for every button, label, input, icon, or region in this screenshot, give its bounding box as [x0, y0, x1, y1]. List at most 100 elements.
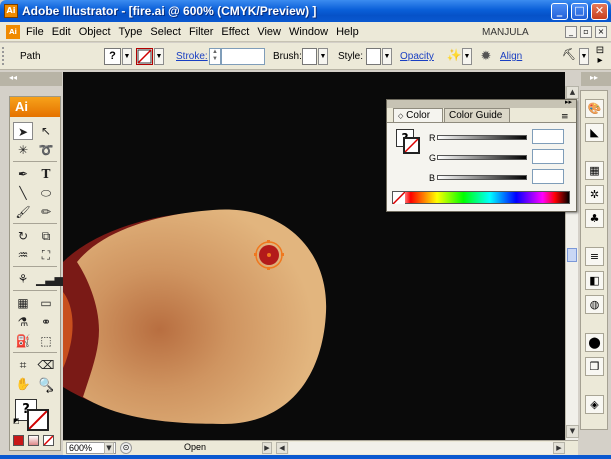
menu-window[interactable]: Window — [289, 26, 334, 38]
live-paint-selection-tool-icon[interactable]: ⬚ — [36, 332, 56, 350]
style-dropdown-icon[interactable]: ▼ — [382, 48, 392, 65]
color-panel-header[interactable]: ▸▸ — [387, 98, 576, 108]
menu-file[interactable]: File — [26, 26, 50, 38]
panel-collapse-icon[interactable]: ▸▸ — [565, 98, 572, 106]
hand-tool-icon[interactable]: ✋ — [13, 375, 33, 393]
channel-b-input[interactable] — [532, 169, 564, 184]
brush-dropdown-icon[interactable]: ▼ — [318, 48, 328, 65]
swatches-panel-icon[interactable]: ▦ — [585, 161, 604, 180]
maximize-button[interactable]: □ — [571, 3, 588, 20]
stroke-link[interactable]: Stroke: — [176, 51, 208, 62]
menu-help[interactable]: Help — [336, 26, 365, 38]
symbol-sprayer-tool-icon[interactable]: ⚘ — [13, 270, 33, 288]
channel-r-input[interactable] — [532, 129, 564, 144]
panel-menu-icon[interactable]: ≡ — [561, 112, 569, 122]
spectrum-none-icon[interactable] — [393, 192, 405, 204]
channel-b-slider[interactable] — [437, 175, 527, 180]
brush-swatch[interactable] — [302, 48, 317, 65]
doc-restore-button[interactable]: ▫ — [580, 26, 592, 38]
menu-view[interactable]: View — [257, 26, 287, 38]
channel-r-slider[interactable] — [437, 135, 527, 140]
doc-close-button[interactable]: × — [595, 26, 607, 38]
close-button[interactable]: ✕ — [591, 3, 608, 20]
stroke-swatch[interactable] — [136, 48, 153, 65]
paintbrush-tool-icon[interactable]: 🖌 — [13, 203, 33, 221]
live-paint-bucket-tool-icon[interactable]: ⛽ — [13, 332, 33, 350]
menu-object[interactable]: Object — [79, 26, 117, 38]
eraser-tool-icon[interactable]: ⌫ — [36, 356, 56, 374]
control-bar-menu-icon[interactable]: ⊟ ▸ — [594, 46, 606, 66]
graphic-styles-panel-icon[interactable]: ⬤ — [585, 333, 604, 352]
menu-effect[interactable]: Effect — [221, 26, 255, 38]
vertical-scroll-thumb[interactable] — [567, 248, 577, 262]
fire-body-shape[interactable] — [77, 209, 327, 424]
channel-g-input[interactable] — [532, 149, 564, 164]
tab-color[interactable]: ◇ Color ✕ — [393, 108, 443, 134]
minimize-button[interactable]: _ — [551, 3, 568, 20]
color-panel-icon[interactable]: 🎨 — [585, 99, 604, 118]
doc-minimize-button[interactable]: _ — [565, 26, 577, 38]
stroke-color-icon[interactable] — [27, 409, 49, 431]
tools-collapse-strip[interactable]: ◂◂ — [0, 72, 62, 86]
stroke-weight-stepper[interactable]: ▲ ▼ — [209, 48, 221, 65]
dock-collapse-strip[interactable]: ▸▸ — [581, 72, 611, 86]
collapse-right-icon[interactable]: ▸▸ — [590, 73, 598, 82]
panel-stroke-icon[interactable] — [403, 137, 420, 154]
scale-tool-icon[interactable]: ⧉ — [36, 227, 56, 245]
status-toggle-icon[interactable]: ⊙ — [120, 442, 132, 454]
brushes-panel-icon[interactable]: ✲ — [585, 185, 604, 204]
menu-edit[interactable]: Edit — [52, 26, 77, 38]
select-similar-dropdown-icon[interactable]: ▼ — [579, 48, 589, 65]
channel-g-slider[interactable] — [437, 155, 527, 160]
fill-dropdown-icon[interactable]: ▼ — [122, 48, 132, 65]
swap-fill-stroke-icon[interactable]: ↩ — [46, 387, 54, 397]
stroke-weight-input[interactable] — [221, 48, 265, 65]
collapse-left-icon[interactable]: ◂◂ — [9, 73, 17, 82]
type-tool-icon[interactable]: T — [36, 165, 56, 183]
isolate-group-icon[interactable]: ✹ — [478, 48, 494, 65]
blend-tool-icon[interactable]: ⚭ — [36, 313, 56, 331]
appearance-panel-icon[interactable]: ◍ — [585, 295, 604, 314]
ellipse-tool-icon[interactable]: ⬭ — [36, 184, 56, 202]
direct-selection-tool-icon[interactable]: ↖ — [36, 122, 56, 140]
tab-color-guide[interactable]: Color Guide — [444, 108, 510, 123]
status-dropdown-icon[interactable]: ▶ — [262, 442, 272, 454]
selection-tool-icon[interactable]: ➤ — [13, 122, 33, 140]
column-graph-tool-icon[interactable]: ▁▃▅ — [36, 270, 64, 288]
eyedropper-tool-icon[interactable]: ⚗ — [13, 313, 33, 331]
crop-area-tool-icon[interactable]: ⌗ — [13, 356, 33, 374]
free-transform-tool-icon[interactable]: ⛶ — [36, 246, 56, 264]
style-swatch[interactable] — [366, 48, 381, 65]
symbols-panel-icon[interactable]: ♣ — [585, 209, 604, 228]
scroll-left-button[interactable]: ◀ — [276, 442, 288, 454]
fill-swatch[interactable]: ? — [104, 48, 121, 65]
stroke-color-dropdown-icon[interactable]: ▼ — [154, 48, 164, 65]
app-menu-icon[interactable]: Ai — [6, 25, 20, 39]
align-link[interactable]: Align — [500, 51, 522, 62]
gradient-tool-icon[interactable]: ▭ — [36, 294, 56, 312]
opacity-link[interactable]: Opacity — [400, 51, 434, 62]
warp-tool-icon[interactable]: ♒ — [13, 246, 33, 264]
scroll-down-button[interactable]: ▼ — [566, 425, 579, 438]
horizontal-scroll-track[interactable] — [289, 442, 553, 454]
recolor-artwork-icon[interactable]: ✨ — [446, 48, 462, 65]
zoom-dropdown-icon[interactable]: ▼ — [104, 442, 114, 454]
layers-panel-icon[interactable]: ❐ — [585, 357, 604, 376]
menu-type[interactable]: Type — [119, 26, 149, 38]
color-spectrum-bar[interactable] — [392, 191, 570, 204]
magic-wand-tool-icon[interactable]: ✳ — [13, 141, 33, 159]
default-colors-icon[interactable]: ◩ — [13, 417, 20, 425]
gradient-panel-icon[interactable]: ◣ — [585, 123, 604, 142]
line-tool-icon[interactable]: ╲ — [13, 184, 33, 202]
menu-filter[interactable]: Filter — [189, 26, 219, 38]
lasso-tool-icon[interactable]: ➰ — [36, 141, 56, 159]
pencil-tool-icon[interactable]: ✏ — [36, 203, 56, 221]
transparency-panel-icon[interactable]: ◧ — [585, 271, 604, 290]
none-mode-icon[interactable] — [43, 435, 54, 446]
select-similar-icon[interactable]: ⛏ — [560, 48, 578, 65]
color-mode-icon[interactable] — [13, 435, 24, 446]
mesh-tool-icon[interactable]: ▦ — [13, 294, 33, 312]
control-bar-grip[interactable] — [2, 47, 6, 65]
navigator-panel-icon[interactable]: ◈ — [585, 395, 604, 414]
menu-select[interactable]: Select — [150, 26, 187, 38]
